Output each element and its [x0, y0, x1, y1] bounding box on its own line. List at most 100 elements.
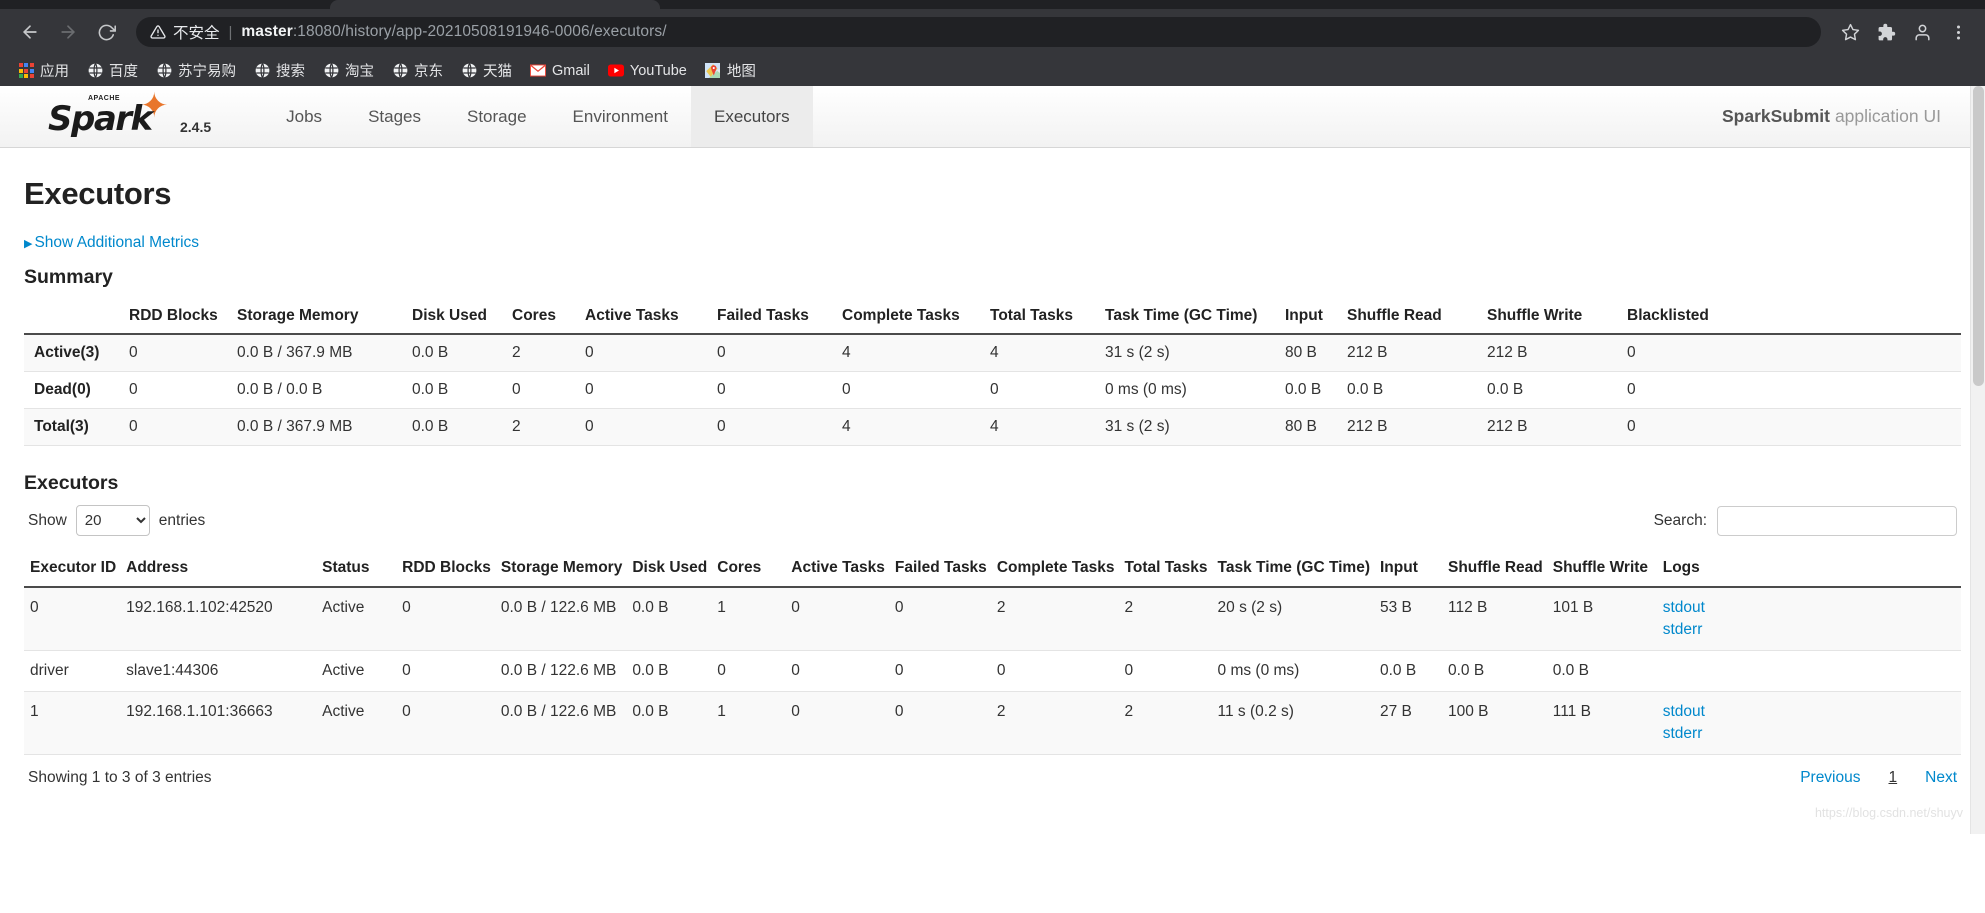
exec-col-rdd-blocks[interactable]: RDD Blocks	[402, 550, 501, 588]
summary-col-cores[interactable]: Cores	[512, 299, 585, 335]
summary-cell-shuffle-read: 0.0 B	[1347, 371, 1487, 409]
forward-icon[interactable]	[50, 14, 86, 50]
previous-page-link[interactable]: Previous	[1800, 769, 1860, 787]
vertical-scrollbar[interactable]	[1970, 86, 1985, 834]
summary-cell-shuffle-write: 212 B	[1487, 408, 1627, 446]
exec-cell-logs: stdout stderr	[1662, 586, 1961, 651]
bookmark-tmall[interactable]: 天猫	[452, 57, 521, 84]
tab-stages[interactable]: Stages	[345, 86, 444, 147]
exec-col-status[interactable]: Status	[322, 550, 403, 588]
summary-cell-complete-tasks: 0	[842, 371, 990, 409]
exec-col-storage-memory[interactable]: Storage Memory	[500, 550, 633, 588]
exec-col-active-tasks[interactable]: Active Tasks	[791, 550, 895, 588]
summary-col-input[interactable]: Input	[1285, 299, 1347, 335]
bookmark-search[interactable]: 搜索	[245, 57, 314, 84]
chrome-menu-icon[interactable]	[1943, 17, 1973, 47]
exec-col-shuffle-read[interactable]: Shuffle Read	[1448, 550, 1553, 588]
exec-col-total-tasks[interactable]: Total Tasks	[1124, 550, 1218, 588]
stdout-link[interactable]: stdout	[1663, 701, 1951, 723]
bookmark-taobao[interactable]: 淘宝	[314, 57, 383, 84]
summary-cell-total-tasks: 4	[990, 334, 1105, 372]
page-1-link[interactable]: 1	[1889, 769, 1898, 787]
bookmark-star-icon[interactable]	[1835, 17, 1865, 47]
summary-cell-active-tasks: 0	[585, 371, 717, 409]
spark-navbar: APACHE ✦ Spark 2.4.5 Jobs Stages Storage…	[0, 86, 1985, 148]
summary-cell-total-tasks: 0	[990, 371, 1105, 409]
bookmark-gmail[interactable]: Gmail	[521, 60, 599, 82]
exec-col-address[interactable]: Address	[126, 550, 323, 588]
bookmark-apps[interactable]: 应用	[9, 57, 78, 84]
exec-col-disk-used[interactable]: Disk Used	[632, 550, 718, 588]
bookmark-youtube[interactable]: YouTube	[599, 60, 696, 82]
bookmark-jd[interactable]: 京东	[383, 57, 452, 84]
summary-header-row: RDD Blocks Storage Memory Disk Used Core…	[24, 299, 1961, 335]
summary-cell-complete-tasks: 4	[842, 408, 990, 446]
tab-environment[interactable]: Environment	[550, 86, 691, 147]
summary-col-total-tasks[interactable]: Total Tasks	[990, 299, 1105, 335]
reload-icon[interactable]	[88, 14, 124, 50]
exec-col-complete-tasks[interactable]: Complete Tasks	[996, 550, 1125, 588]
maps-pin-icon	[705, 63, 721, 79]
summary-col-active-tasks[interactable]: Active Tasks	[585, 299, 717, 335]
scrollbar-thumb[interactable]	[1973, 86, 1984, 386]
next-page-link[interactable]: Next	[1925, 769, 1957, 787]
exec-col-task-time[interactable]: Task Time (GC Time)	[1217, 550, 1380, 588]
summary-col-label[interactable]	[24, 299, 129, 335]
exec-cell-total-tasks: 2	[1124, 691, 1218, 755]
spark-brand[interactable]: APACHE ✦ Spark 2.4.5	[0, 86, 211, 147]
stderr-link[interactable]: stderr	[1663, 619, 1951, 641]
exec-col-failed-tasks[interactable]: Failed Tasks	[894, 550, 997, 588]
application-name: SparkSubmit	[1722, 106, 1830, 126]
browser-tab[interactable]	[330, 0, 660, 9]
address-bar[interactable]: 不安全 | master:18080/history/app-202105081…	[136, 17, 1821, 47]
bookmark-label: 搜索	[276, 64, 305, 80]
summary-cell-active-tasks: 0	[585, 334, 717, 372]
tab-executors[interactable]: Executors	[690, 86, 813, 147]
summary-col-blacklisted[interactable]: Blacklisted	[1627, 299, 1961, 335]
page-length-select[interactable]: 20 40 60 100 All	[75, 505, 150, 536]
summary-col-storage-memory[interactable]: Storage Memory	[237, 299, 412, 335]
summary-col-shuffle-write[interactable]: Shuffle Write	[1487, 299, 1627, 335]
summary-col-task-time[interactable]: Task Time (GC Time)	[1105, 299, 1285, 335]
bookmark-maps[interactable]: 地图	[696, 57, 765, 84]
exec-cell-active-tasks: 0	[791, 650, 895, 692]
exec-col-executor-id[interactable]: Executor ID	[24, 550, 127, 588]
profile-avatar-icon[interactable]	[1907, 17, 1937, 47]
summary-cell-blacklisted: 0	[1627, 334, 1961, 372]
search-input[interactable]	[1717, 505, 1957, 536]
show-additional-metrics-link[interactable]: ▶ Show Additional Metrics	[24, 234, 199, 252]
spark-wordmark: Spark	[48, 99, 153, 139]
summary-table: RDD Blocks Storage Memory Disk Used Core…	[24, 299, 1961, 446]
summary-col-disk-used[interactable]: Disk Used	[412, 299, 512, 335]
tab-storage[interactable]: Storage	[444, 86, 550, 147]
bookmark-label: 百度	[109, 64, 138, 80]
exec-col-cores[interactable]: Cores	[717, 550, 792, 588]
summary-col-rdd-blocks[interactable]: RDD Blocks	[129, 299, 237, 335]
summary-cell-shuffle-read: 212 B	[1347, 408, 1487, 446]
summary-cell-input: 80 B	[1285, 408, 1347, 446]
url-path: :18080/history/app-20210508191946-0006/e…	[292, 23, 667, 40]
tab-jobs[interactable]: Jobs	[263, 86, 345, 147]
summary-col-failed-tasks[interactable]: Failed Tasks	[717, 299, 842, 335]
summary-cell-storage-memory: 0.0 B / 0.0 B	[237, 371, 412, 409]
summary-col-shuffle-read[interactable]: Shuffle Read	[1347, 299, 1487, 335]
exec-col-logs[interactable]: Logs	[1662, 550, 1961, 588]
bookmark-label: 地图	[726, 64, 756, 80]
application-ui-suffix: application UI	[1834, 106, 1941, 126]
exec-cell-active-tasks: 0	[791, 691, 895, 755]
summary-cell-complete-tasks: 4	[842, 334, 990, 372]
omnibox-divider: |	[228, 23, 233, 41]
table-row: Dead(0) 0 0.0 B / 0.0 B 0.0 B 0 0 0 0 0 …	[24, 371, 1961, 409]
summary-cell-task-time: 31 s (2 s)	[1105, 408, 1285, 446]
summary-cell-failed-tasks: 0	[717, 334, 842, 372]
stdout-link[interactable]: stdout	[1663, 597, 1951, 619]
search-label: Search:	[1653, 511, 1707, 529]
exec-col-shuffle-write[interactable]: Shuffle Write	[1552, 550, 1663, 588]
summary-col-complete-tasks[interactable]: Complete Tasks	[842, 299, 990, 335]
exec-col-input[interactable]: Input	[1380, 550, 1448, 588]
bookmark-suning[interactable]: 苏宁易购	[147, 57, 245, 84]
stderr-link[interactable]: stderr	[1663, 723, 1951, 745]
extensions-icon[interactable]	[1871, 17, 1901, 47]
bookmark-baidu[interactable]: 百度	[78, 57, 147, 84]
back-icon[interactable]	[12, 14, 48, 50]
